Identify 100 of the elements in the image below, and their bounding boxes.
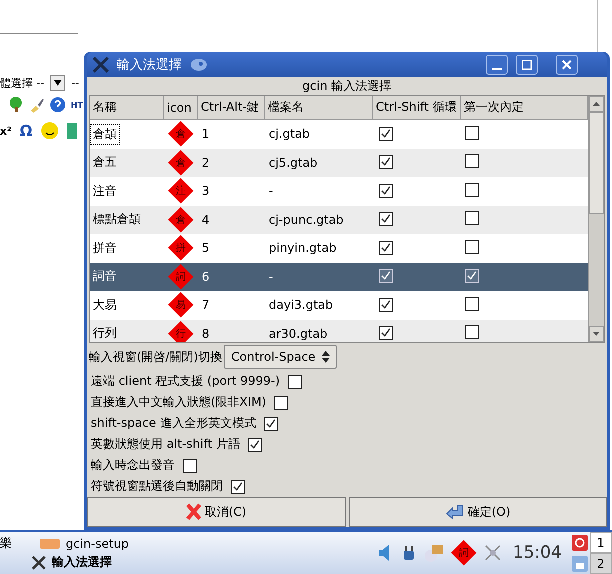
table-row[interactable]: 行列 行 8 ar30.gtab — [90, 320, 588, 342]
name-cell-text: 行列 — [92, 325, 118, 342]
key-cell-text: 6 — [201, 270, 210, 284]
minimize-button[interactable] — [486, 54, 508, 74]
maximize-icon — [522, 60, 532, 70]
checkbox[interactable] — [231, 480, 245, 494]
help-icon[interactable] — [50, 97, 66, 113]
column-header[interactable]: Ctrl-Alt-鍵 — [198, 96, 265, 120]
checkbox[interactable] — [183, 458, 197, 472]
x-logo-icon — [93, 56, 109, 72]
dialog-heading: gcin 輸入法選擇 — [302, 78, 392, 95]
checkbox[interactable] — [379, 326, 393, 340]
input-method-icon: 倉 — [168, 121, 194, 148]
hotkey-spinner[interactable]: Control-Space — [224, 345, 337, 369]
key-cell-text: 2 — [201, 156, 210, 170]
workspace-button[interactable]: 2 — [590, 553, 612, 574]
dropdown-text: -- — [71, 76, 80, 90]
checkbox[interactable] — [264, 416, 278, 430]
workspace-button[interactable]: 1 — [590, 532, 612, 553]
checkbox[interactable] — [379, 155, 393, 170]
column-header[interactable]: icon — [164, 96, 198, 120]
checkbox[interactable] — [465, 296, 479, 311]
file-cell-text: cj.gtab — [268, 127, 310, 142]
file-cell-text: cj5.gtab — [268, 156, 318, 170]
input-method-icon: 拼 — [168, 235, 194, 262]
ok-button[interactable]: 確定(O) — [348, 497, 607, 527]
column-header[interactable]: 第一次內定 — [461, 96, 588, 120]
column-header[interactable]: Ctrl-Shift 循環 — [373, 96, 461, 120]
close-icon — [562, 60, 572, 70]
name-cell-text: 倉五 — [92, 154, 118, 172]
file-cell-text: pinyin.gtab — [268, 241, 337, 256]
cancel-button[interactable]: 取消(C) — [87, 497, 346, 527]
option-label: 遠端 client 程式支援 (port 9999-) — [91, 373, 280, 390]
input-method-icon: 詞 — [168, 264, 194, 290]
option-label: shift-space 進入全形英文模式 — [91, 415, 256, 432]
checkbox[interactable] — [465, 182, 479, 197]
checkbox[interactable] — [379, 126, 393, 141]
file-cell-text: - — [268, 270, 274, 284]
option-label: 直接進入中文輸入狀態(限非XIM) — [91, 394, 266, 411]
close-button[interactable] — [556, 54, 578, 74]
input-method-icon: 倉 — [168, 150, 194, 176]
x-logo-icon — [32, 556, 46, 570]
input-method-icon: 行 — [168, 320, 194, 342]
dropdown-text: 體選擇 -- — [0, 76, 44, 90]
taskbar-item[interactable]: 樂 — [0, 535, 12, 552]
option-label: 輸入時念出發音 — [91, 457, 175, 474]
table-row[interactable]: 倉五 倉 2 cj5.gtab — [90, 148, 588, 177]
toolbar-label: HT — [71, 100, 84, 110]
checkbox[interactable] — [288, 374, 302, 388]
key-cell-text: 1 — [201, 127, 210, 142]
checkbox[interactable] — [379, 240, 393, 255]
checkbox[interactable] — [465, 126, 479, 140]
smiley-icon[interactable] — [40, 122, 59, 140]
input-method-icon: 倉 — [168, 206, 194, 233]
checkbox[interactable] — [465, 154, 479, 168]
maximize-button[interactable] — [516, 54, 538, 74]
checkbox[interactable] — [274, 396, 288, 410]
scrollbar[interactable] — [588, 96, 604, 342]
plug-icon[interactable] — [401, 543, 417, 563]
column-header[interactable]: 檔案名 — [265, 96, 373, 120]
dropdown-button[interactable] — [50, 75, 66, 91]
up-arrow-icon — [593, 102, 600, 106]
checkbox[interactable] — [379, 184, 393, 198]
checkbox[interactable] — [465, 240, 479, 254]
option-label: 輸入視窗(開啓/關閉)切換 — [89, 348, 222, 366]
name-cell-text: 大易 — [92, 296, 118, 314]
key-cell-text: 3 — [201, 184, 210, 198]
file-cell-text: cj-punc.gtab — [268, 212, 344, 227]
checkbox[interactable] — [465, 325, 479, 340]
name-cell-text: 標點倉頡 — [92, 211, 142, 228]
checkbox[interactable] — [379, 298, 393, 312]
name-cell-text: 拼音 — [92, 240, 118, 257]
file-cell-text: dayi3.gtab — [268, 298, 334, 312]
input-method-icon: 詞 — [451, 540, 477, 566]
name-cell-text: 注音 — [92, 182, 118, 200]
power-icon[interactable] — [572, 534, 588, 550]
key-cell-text: 8 — [201, 326, 210, 341]
down-arrow-icon — [593, 332, 600, 336]
option-label: 符號視窗點選後自動關閉 — [91, 478, 223, 495]
window-title: 輸入法選擇 — [117, 56, 182, 74]
taskbar-item[interactable]: 輸入法選擇 — [52, 554, 112, 571]
option-label: 英數狀態使用 alt-shift 片語 — [91, 436, 240, 453]
brush-icon[interactable] — [29, 97, 45, 113]
name-cell: 倉頡 — [91, 124, 119, 144]
tree-icon[interactable] — [8, 97, 24, 113]
name-cell-text: 詞音 — [92, 268, 118, 286]
taskbar-item[interactable]: gcin-setup — [66, 536, 130, 550]
return-arrow-icon — [444, 504, 465, 520]
table-row[interactable]: 標點倉頡 倉 4 cj-punc.gtab — [90, 206, 588, 234]
network-icon[interactable] — [483, 543, 503, 563]
omega-label[interactable]: Ω — [20, 122, 33, 140]
checkbox[interactable] — [465, 211, 479, 226]
checkbox[interactable] — [379, 212, 393, 226]
key-cell-text: 7 — [201, 298, 210, 312]
superscript-label[interactable]: x² — [0, 124, 12, 138]
checkbox[interactable] — [248, 438, 262, 452]
column-header[interactable]: 名稱 — [90, 96, 164, 120]
file-cell-text: - — [268, 184, 274, 198]
key-cell-text: 4 — [201, 212, 210, 227]
input-method-icon: 易 — [168, 292, 194, 318]
